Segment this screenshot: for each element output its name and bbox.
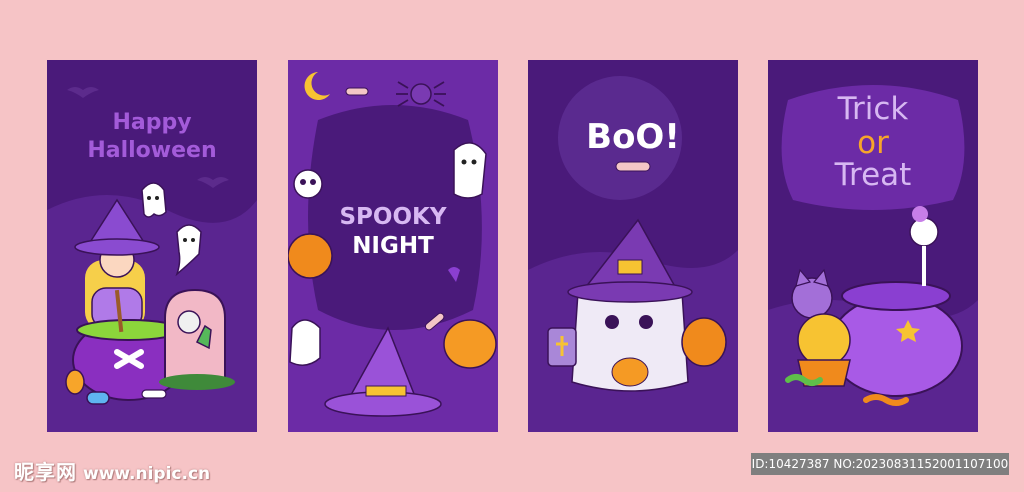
ghost-icon — [289, 319, 321, 366]
cupcake-icon — [797, 313, 851, 387]
card-title-line2: Halloween — [87, 138, 217, 163]
watermark-logo: 昵享网 www.nipic.cn — [14, 456, 210, 485]
tombstone-icon — [159, 288, 235, 390]
card-title-line1: Trick — [837, 91, 909, 127]
card-illustration — [528, 60, 738, 432]
ghost-icon — [453, 142, 487, 199]
card-boo: BoO! — [528, 60, 738, 432]
card-title-line3: Treat — [834, 157, 912, 193]
tombstone-icon — [547, 327, 577, 367]
watermark-logo-text: 昵享网 — [14, 460, 77, 484]
pumpkin-icon — [681, 317, 727, 367]
card-spooky-night: SPOOKY NIGHT — [288, 60, 498, 432]
card-title-line1: SPOOKY — [339, 204, 447, 230]
card-title-line2: NIGHT — [352, 233, 434, 259]
watermark-id-badge: ID:10427387 NO:20230831152001107100 — [751, 453, 1009, 475]
bone-icon — [345, 87, 369, 96]
card-title-line2: or — [857, 125, 889, 161]
card-title-line1: BoO! — [586, 117, 680, 157]
card-trick-or-treat: Trick or Treat — [768, 60, 978, 432]
spider-icon — [396, 81, 446, 107]
bone-icon — [615, 161, 651, 172]
card-title-line1: Happy — [112, 110, 192, 135]
watermark-url: www.nipic.cn — [83, 464, 211, 484]
card-happy-halloween: Happy Halloween — [47, 60, 257, 432]
skull-icon — [293, 169, 323, 199]
ghost-icon — [141, 182, 167, 218]
